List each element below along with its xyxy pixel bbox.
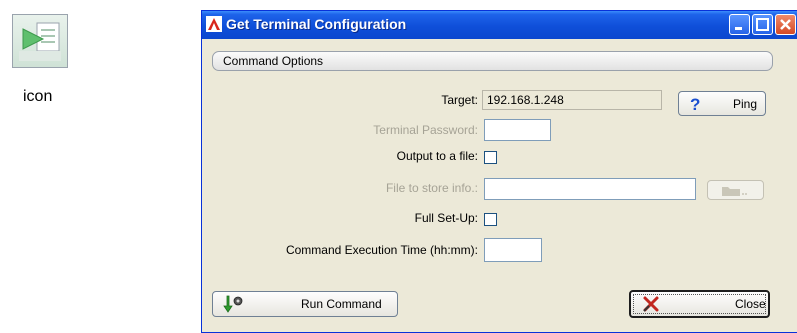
- group-title: Command Options: [223, 54, 324, 68]
- folder-icon: [722, 187, 747, 196]
- title-bar[interactable]: Get Terminal Configuration: [202, 11, 797, 39]
- target-value: 192.168.1.248: [482, 90, 662, 110]
- window-title: Get Terminal Configuration: [226, 16, 407, 32]
- close-button[interactable]: Close: [629, 290, 770, 318]
- maximize-button[interactable]: [752, 14, 773, 35]
- output-to-file-checkbox[interactable]: [484, 151, 497, 164]
- minimize-button[interactable]: [729, 14, 750, 35]
- run-command-icon: [223, 295, 243, 313]
- file-to-store-field[interactable]: [484, 178, 696, 200]
- cancel-icon: [643, 296, 659, 312]
- file-to-store-label: File to store info.:: [385, 181, 478, 195]
- exec-time-field[interactable]: [484, 238, 542, 262]
- full-setup-label: Full Set-Up:: [414, 211, 478, 225]
- run-command-button[interactable]: Run Command: [212, 291, 398, 317]
- ping-label: Ping: [733, 96, 758, 111]
- svg-text:?: ?: [690, 95, 700, 113]
- ping-button[interactable]: ? Ping: [678, 91, 766, 116]
- icon-caption: icon: [23, 88, 53, 105]
- app-logo-icon: [206, 16, 222, 32]
- command-options-group-header: Command Options: [212, 51, 773, 71]
- exec-time-label: Command Execution Time (hh:mm):: [285, 243, 478, 257]
- output-to-file-label: Output to a file:: [396, 149, 478, 163]
- get-terminal-configuration-dialog: Get Terminal Configuration Command Optio…: [201, 10, 797, 333]
- close-label: Close: [735, 297, 766, 311]
- run-command-label: Run Command: [301, 297, 382, 311]
- app-shortcut-icon[interactable]: [12, 14, 68, 68]
- full-setup-checkbox[interactable]: [484, 213, 497, 226]
- browse-folder-button[interactable]: [707, 180, 764, 200]
- close-window-button[interactable]: [775, 14, 796, 35]
- help-icon: ?: [690, 95, 700, 113]
- terminal-password-field[interactable]: [484, 119, 551, 141]
- terminal-password-label: Terminal Password:: [373, 123, 478, 137]
- target-label: Target:: [441, 93, 478, 107]
